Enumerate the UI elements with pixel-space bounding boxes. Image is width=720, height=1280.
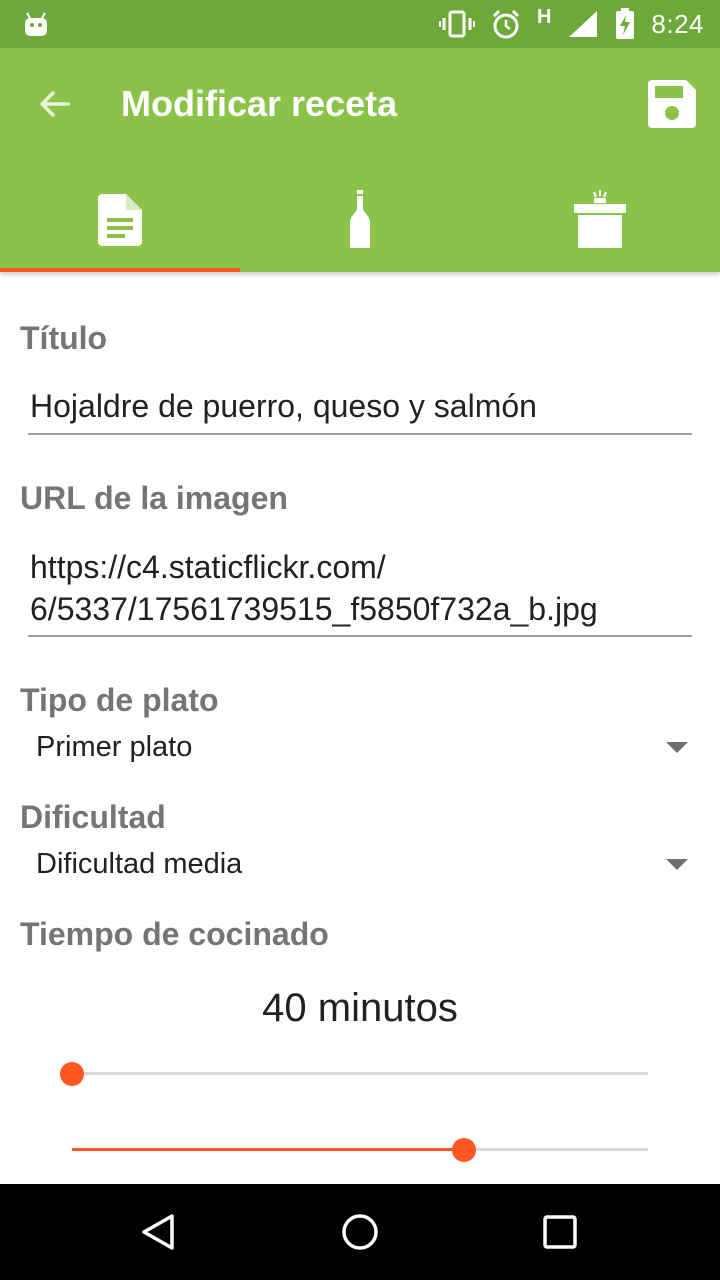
image-url-line-2: 6/5337/17561739515_f5850f732a_b.jpg [30, 591, 598, 627]
title-label: Título [20, 320, 108, 356]
dish-type-label: Tipo de plato [20, 682, 219, 718]
difficulty-value: Dificultad media [36, 847, 243, 880]
tab-preparation[interactable] [480, 168, 720, 272]
back-nav-icon[interactable] [136, 1208, 184, 1256]
slider-fill [72, 1148, 464, 1151]
cook-time-label: Tiempo de cocinado [20, 916, 329, 952]
vibrate-icon [438, 10, 475, 38]
status-bar: H 8:24 [0, 0, 720, 48]
pot-icon [574, 190, 626, 248]
image-url-label: URL de la imagen [20, 480, 288, 516]
dropdown-arrow-icon [666, 858, 688, 870]
battery-charging-icon [616, 8, 635, 39]
network-type: H [536, 5, 552, 28]
android-icon [25, 12, 47, 36]
tab-bar [0, 168, 720, 272]
home-nav-icon[interactable] [336, 1208, 384, 1256]
recents-nav-icon[interactable] [536, 1208, 584, 1256]
difficulty-select[interactable]: Dificultad media [36, 840, 700, 888]
slider-track [72, 1072, 648, 1075]
document-icon [98, 194, 142, 246]
title-input[interactable]: Hojaldre de puerro, queso y salmón [28, 385, 692, 435]
dish-type-value: Primer plato [36, 730, 193, 763]
tab-details[interactable] [0, 168, 240, 272]
signal-icon [569, 11, 598, 37]
image-url-input[interactable]: https://c4.staticflickr.com/ 6/5337/1756… [28, 546, 692, 637]
cook-time-slider-2[interactable] [72, 1134, 648, 1166]
difficulty-label: Dificultad [20, 799, 166, 835]
slider-thumb[interactable] [451, 1138, 476, 1162]
bottle-icon [350, 190, 370, 248]
tab-ingredients[interactable] [240, 168, 480, 272]
recipe-form: Título Hojaldre de puerro, queso y salmó… [0, 272, 720, 1184]
cook-time-slider-1[interactable] [60, 1058, 648, 1090]
slider-thumb[interactable] [60, 1062, 84, 1086]
alarm-icon [492, 9, 519, 39]
arrow-back-icon[interactable] [36, 84, 76, 124]
save-icon[interactable] [646, 78, 698, 130]
dropdown-arrow-icon [666, 741, 688, 753]
page-title: Modificar receta [121, 83, 398, 124]
image-url-line-1: https://c4.staticflickr.com/ [30, 549, 386, 585]
navigation-bar [0, 1184, 720, 1280]
cook-time-value: 40 minutos [262, 986, 458, 1030]
clock: 8:24 [651, 8, 704, 39]
app-bar: Modificar receta [0, 48, 720, 272]
dish-type-select[interactable]: Primer plato [36, 723, 700, 771]
